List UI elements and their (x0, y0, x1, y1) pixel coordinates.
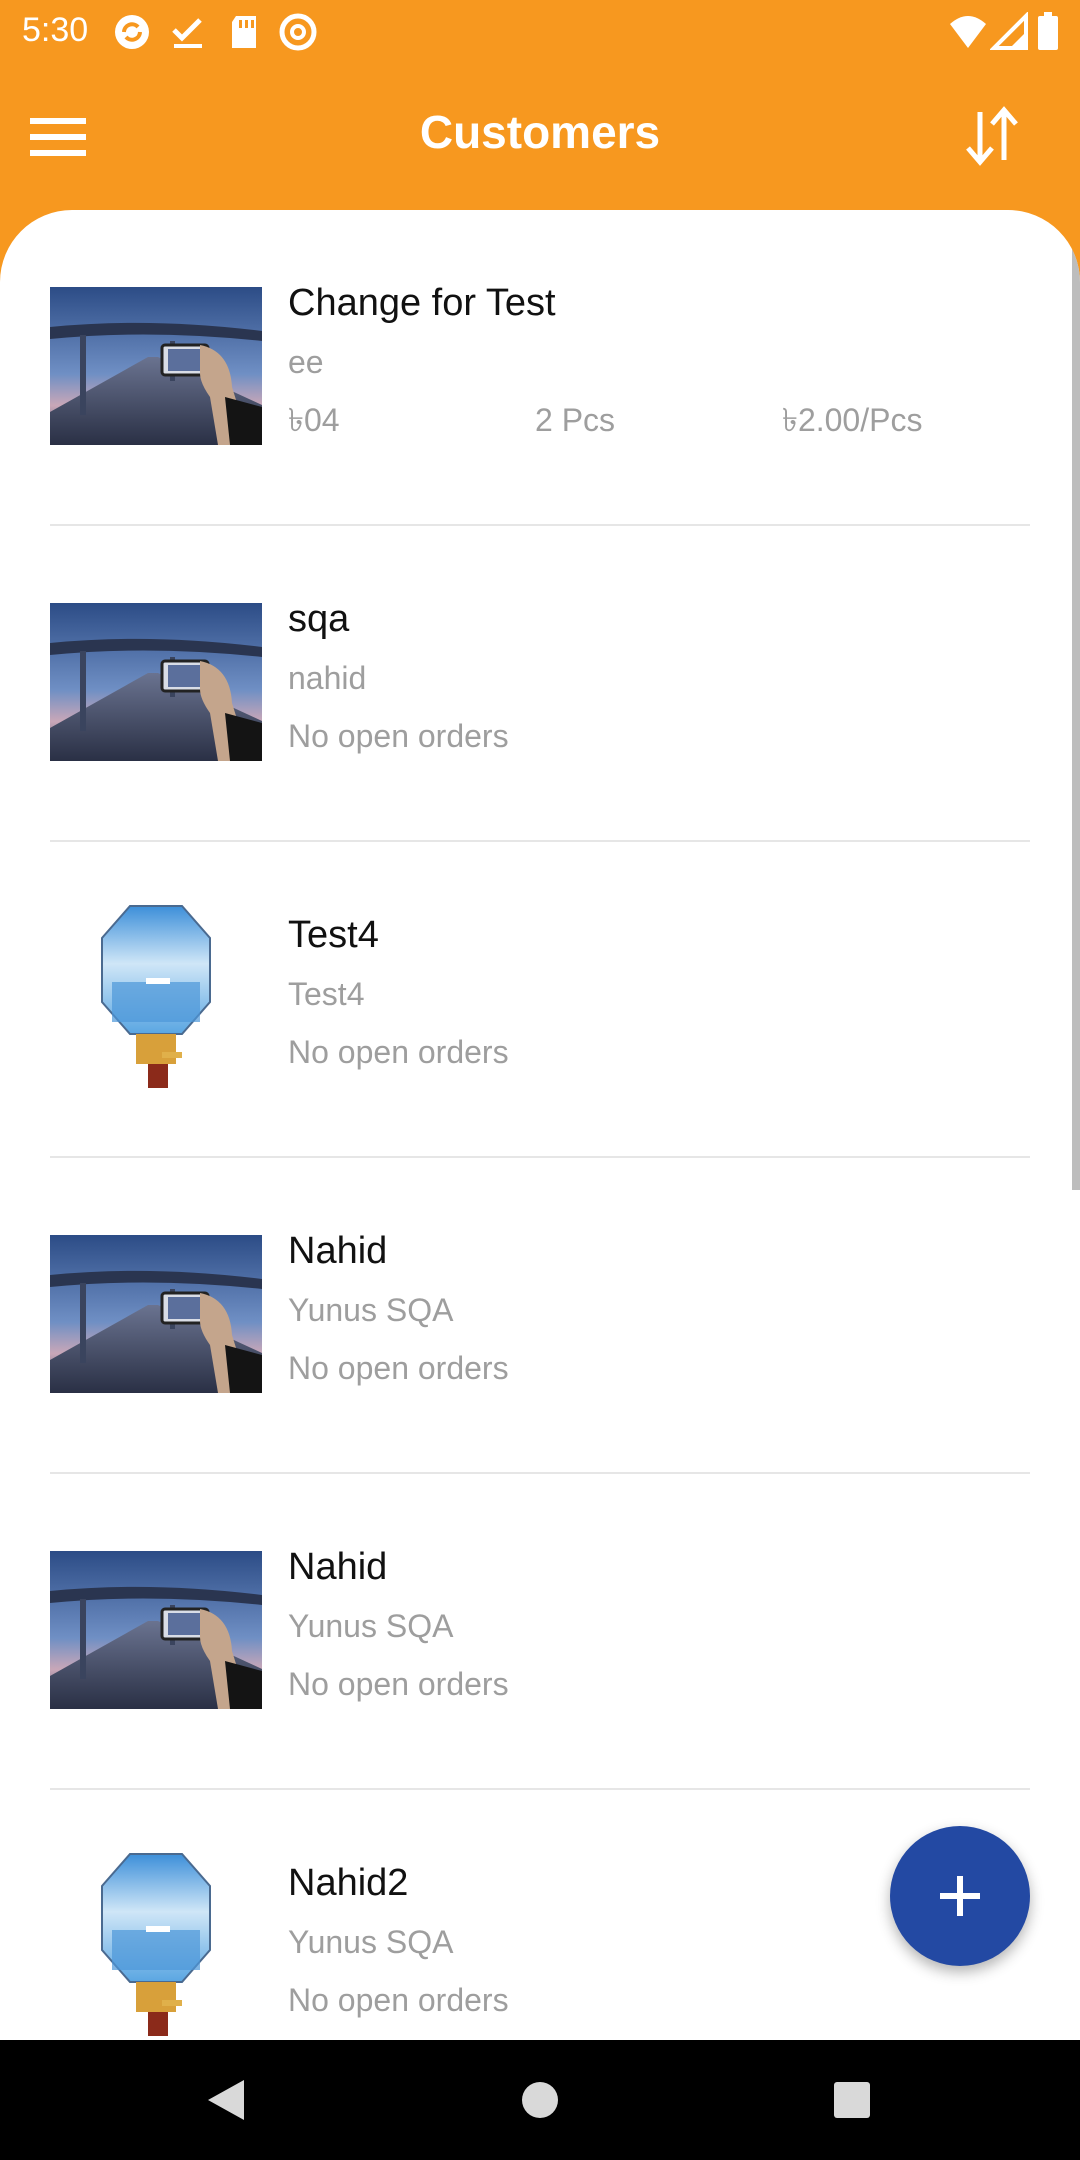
status-time: 5:30 (22, 11, 89, 49)
customer-thumbnail (50, 1551, 262, 1709)
sort-icon[interactable] (944, 104, 1040, 168)
check-icon (168, 12, 208, 52)
customer-row[interactable]: Nahid Yunus SQA No open orders (50, 1158, 1030, 1474)
signal-icon (989, 11, 1030, 52)
order-status: No open orders (288, 1982, 509, 2018)
customer-row[interactable]: Nahid Yunus SQA No open orders (50, 1474, 1030, 1790)
wifi-icon (948, 12, 988, 52)
hamburger-menu-icon[interactable] (28, 104, 108, 168)
order-status: No open orders (288, 1350, 509, 1386)
system-nav-bar (0, 2040, 1080, 2160)
customer-subtitle: Yunus SQA (288, 1608, 454, 1644)
order-status: No open orders (288, 1034, 509, 1070)
customer-subtitle: ee (288, 344, 324, 380)
customer-row[interactable]: Nahid2 Yunus SQA No open orders (50, 1790, 1030, 2040)
customer-name: Nahid (288, 1230, 388, 1272)
battery-icon (1036, 12, 1060, 52)
app-bar: Customers (0, 64, 1080, 210)
customer-row[interactable]: sqa nahid No open orders (50, 526, 1030, 842)
back-icon[interactable] (186, 2060, 266, 2140)
customer-name: Test4 (288, 914, 379, 956)
customer-subtitle: Test4 (288, 976, 365, 1012)
order-rate: ৳2.00/Pcs (782, 402, 923, 438)
order-status: No open orders (288, 1666, 509, 1702)
add-customer-button[interactable] (890, 1826, 1030, 1966)
customer-list: Change for Test ee ৳04 2 Pcs ৳2.00/Pcs s… (0, 210, 1080, 2040)
customer-thumbnail (50, 287, 262, 445)
customer-name: Change for Test (288, 282, 556, 324)
customer-row[interactable]: Test4 Test4 No open orders (50, 842, 1030, 1158)
customer-thumbnail (50, 1850, 262, 2040)
customer-subtitle: Yunus SQA (288, 1924, 454, 1960)
at-icon (278, 12, 318, 52)
customer-subtitle: Yunus SQA (288, 1292, 454, 1328)
customer-thumbnail (50, 1235, 262, 1393)
customer-name: Nahid2 (288, 1862, 409, 1904)
customer-name: sqa (288, 598, 350, 640)
scrollbar[interactable] (1072, 230, 1080, 1190)
sync-icon (112, 12, 152, 52)
order-quantity: 2 Pcs (535, 402, 616, 438)
order-amount: ৳04 (288, 402, 340, 438)
order-status: No open orders (288, 718, 509, 754)
plus-icon (940, 1876, 980, 1916)
page-title: Customers (419, 106, 661, 158)
customer-subtitle: nahid (288, 660, 367, 696)
recents-icon[interactable] (812, 2060, 892, 2140)
sd-card-icon (224, 12, 264, 52)
customer-row[interactable]: Change for Test ee ৳04 2 Pcs ৳2.00/Pcs (50, 210, 1030, 526)
status-bar: 5:30 (0, 0, 1080, 64)
customer-thumbnail (50, 603, 262, 761)
customer-name: Nahid (288, 1546, 388, 1588)
home-icon[interactable] (500, 2060, 580, 2140)
customer-thumbnail (50, 902, 262, 1092)
